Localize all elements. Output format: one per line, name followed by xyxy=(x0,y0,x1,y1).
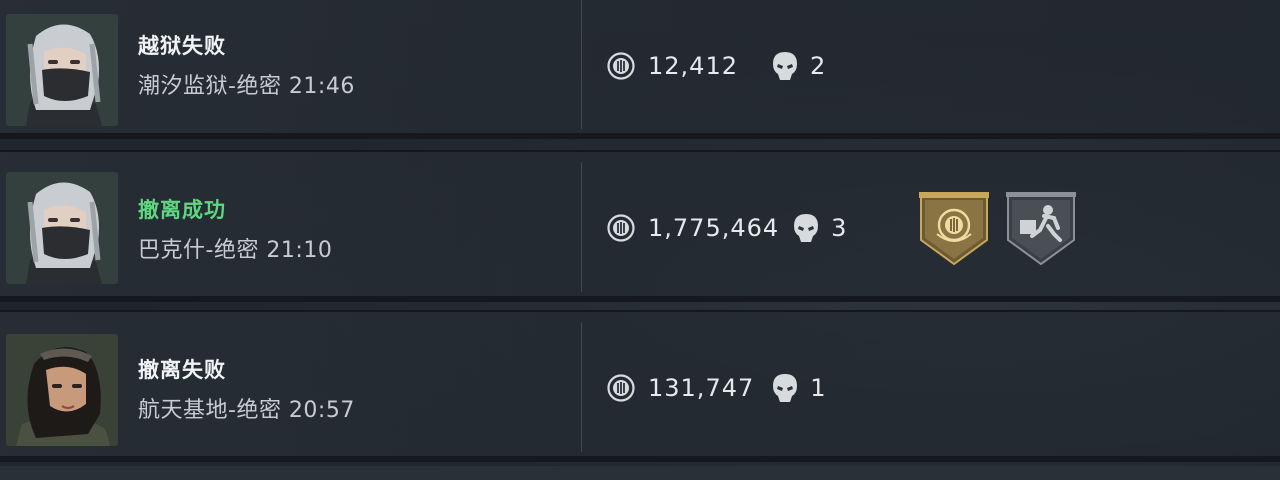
match-row[interactable]: 越狱失败 潮汐监狱-绝密 21:46 12,412 2 xyxy=(0,0,1280,139)
coin-icon xyxy=(607,52,635,80)
coin-icon xyxy=(607,214,635,242)
operator-avatar xyxy=(6,334,118,446)
match-stats: 131,747 1 xyxy=(607,372,826,404)
next-row-edge xyxy=(0,466,1280,480)
match-row[interactable]: 撤离成功 巴克什-绝密 21:10 1,775,464 3 xyxy=(0,150,1280,302)
skull-icon xyxy=(772,373,798,403)
kill-count: 3 xyxy=(831,214,847,242)
gold-emblem-badge[interactable] xyxy=(919,190,989,266)
coin-icon xyxy=(607,374,635,402)
kill-count: 2 xyxy=(809,52,826,80)
map-difficulty-time: 巴克什-绝密 21:10 xyxy=(138,238,333,263)
skull-icon xyxy=(793,213,819,243)
escape-runner-badge[interactable] xyxy=(1006,190,1076,266)
match-result-label: 撤离失败 xyxy=(138,358,226,382)
match-result-label: 撤离成功 xyxy=(138,198,226,222)
loot-value: 131,747 xyxy=(648,374,755,402)
row-divider xyxy=(581,0,582,129)
kill-count: 1 xyxy=(810,374,826,402)
loot-value: 12,412 xyxy=(648,52,738,80)
row-divider xyxy=(581,162,582,292)
loot-value: 1,775,464 xyxy=(648,214,780,242)
operator-avatar xyxy=(6,14,118,126)
operator-avatar xyxy=(6,172,118,284)
match-history-list: 越狱失败 潮汐监狱-绝密 21:46 12,412 2 撤离成功 巴克什-绝密 … xyxy=(0,0,1280,480)
row-divider xyxy=(581,322,582,452)
match-stats: 1,775,464 3 xyxy=(607,212,846,244)
match-stats: 12,412 2 xyxy=(607,50,825,82)
match-row[interactable]: 撤离失败 航天基地-绝密 20:57 131,747 1 xyxy=(0,310,1280,462)
map-difficulty-time: 潮汐监狱-绝密 21:46 xyxy=(138,74,355,99)
match-result-label: 越狱失败 xyxy=(138,34,226,58)
skull-icon xyxy=(772,51,798,81)
map-difficulty-time: 航天基地-绝密 20:57 xyxy=(138,398,355,423)
